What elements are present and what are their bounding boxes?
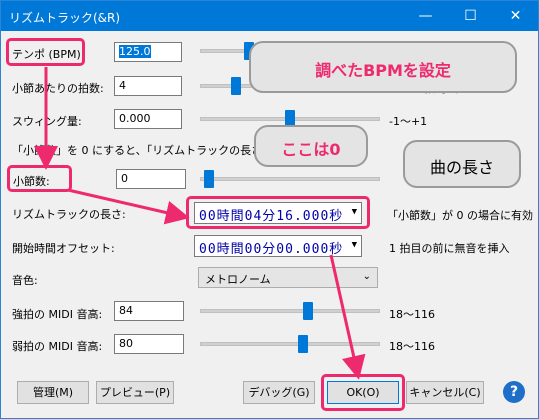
arrow-bars-to-length: [67, 188, 190, 225]
callout-zero-text: ここは0: [281, 140, 341, 159]
rhythm-track-dialog: リズムトラック(&R) — ☐ ✕ テンポ (BPM): 125.0 小節あたり…: [0, 0, 539, 419]
callout-bpm-text: 調べたBPMを設定: [315, 61, 451, 80]
arrow-to-ok: [329, 254, 366, 380]
callout-length: 曲の長さ: [403, 140, 521, 188]
callout-length-text: 曲の長さ: [429, 158, 494, 177]
callout-bpm: 調べたBPMを設定: [249, 41, 517, 93]
callout-zero: ここは0: [254, 125, 368, 167]
